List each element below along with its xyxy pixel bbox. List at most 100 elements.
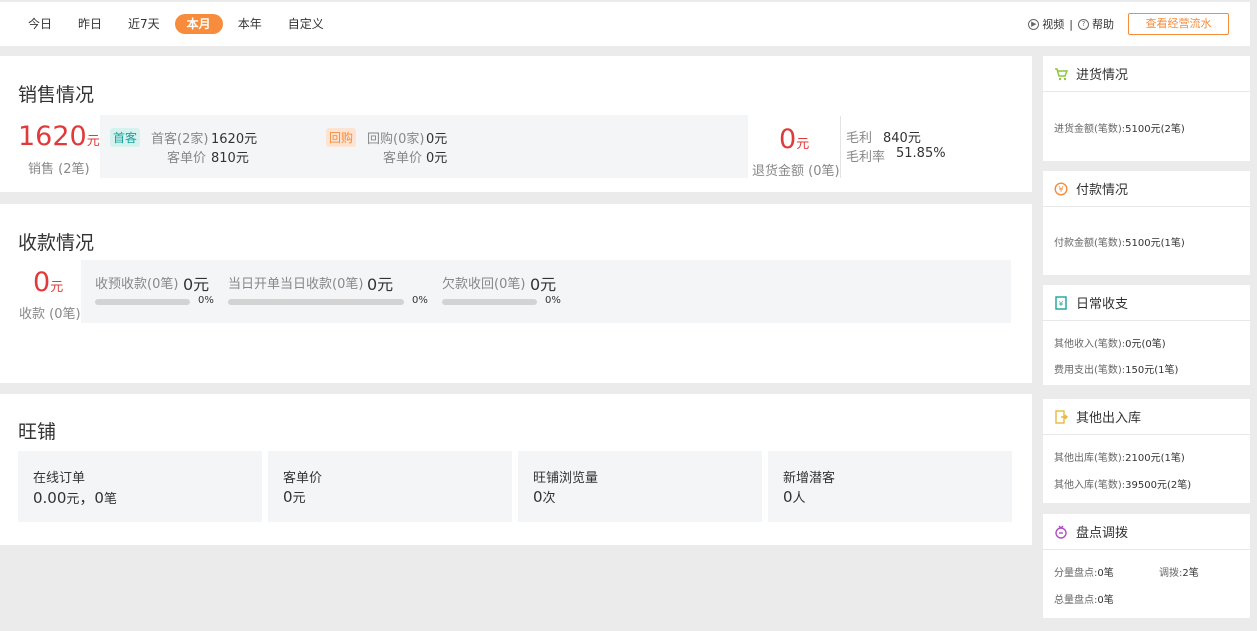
new-prospects-label: 新增潜客 (783, 471, 836, 486)
partial-count-label: 分量盘点: (1054, 568, 1098, 579)
avg-order-value-card[interactable]: 客单价 0元 (268, 451, 512, 522)
sales-amount-unit: 元 (86, 134, 100, 149)
sales-title: 销售情况 (18, 84, 95, 106)
avg-order-value-unit: 元 (292, 491, 306, 506)
transfer-line: 调拨:2笔 (1159, 564, 1199, 579)
range-today[interactable]: 今日 (15, 14, 65, 34)
daily-header[interactable]: ¥ 日常收支 (1043, 285, 1250, 321)
new-prospects-value: 0人 (783, 487, 806, 506)
svg-text:¥: ¥ (1058, 185, 1063, 194)
transfer-label: 调拨: (1159, 568, 1183, 579)
new-prospects-unit: 人 (792, 491, 806, 506)
new-customer-value: 1620元 (211, 132, 258, 147)
partial-count-line: 分量盘点:0笔 (1054, 564, 1114, 579)
stock-panel: 其他出入库 其他出库(笔数):2100元(1笔) 其他入库(笔数):39500元… (1043, 399, 1250, 503)
repeat-customer-value: 0元 (426, 132, 448, 147)
online-orders-amount: 0.00 (33, 489, 67, 507)
shop-views-card[interactable]: 旺铺浏览量 0次 (518, 451, 762, 522)
repeat-avg-label: 客单价 (383, 151, 423, 166)
payment-title: 付款情况 (1076, 183, 1129, 198)
receipts-amount: 0元 (33, 267, 63, 298)
divider (840, 116, 841, 178)
repeat-customer-tag: 回购 (326, 128, 357, 147)
new-avg-value: 810元 (211, 151, 249, 166)
expense-label: 费用支出(笔数): (1054, 365, 1126, 376)
other-inbound-value: 39500元(2笔) (1125, 480, 1192, 491)
advance-receipt-value: 0元 (183, 275, 210, 294)
range-last-7-days[interactable]: 近7天 (115, 14, 173, 34)
payment-amount-label: 付款金额(笔数): (1054, 238, 1126, 249)
total-count-line: 总量盘点:0笔 (1054, 591, 1114, 606)
sales-amount: 1620元 (18, 121, 100, 152)
new-customer-tag: 首客 (110, 128, 141, 147)
receipts-panel: 收款情况 0元 收款 (0笔) 收预收款(0笔) 0元 0% 当日开单当日收款(… (0, 204, 1032, 383)
help-link[interactable]: 帮助 (1092, 16, 1114, 32)
new-prospects-amount: 0 (783, 488, 793, 506)
range-this-month[interactable]: 本月 (174, 14, 223, 34)
new-customer-label: 首客(2家) (151, 132, 209, 147)
purchase-amount-line: 进货金额(笔数):5100元(2笔) (1054, 120, 1185, 135)
coin-icon: ¥ (1054, 181, 1068, 196)
purchase-title: 进货情况 (1076, 68, 1129, 83)
view-flow-button[interactable]: 查看经营流水 (1128, 13, 1229, 35)
sales-breakdown: 首客 首客(2家) 1620元 客单价 810元 回购 回购(0家) 0元 客单… (100, 115, 748, 178)
top-right-actions: ▶ 视频 | ? 帮助 查看经营流水 (1028, 2, 1229, 46)
online-orders-count: ，0 (79, 489, 104, 507)
other-income-value: 0元(0笔) (1125, 339, 1166, 350)
inventory-icon (1055, 525, 1067, 539)
receipts-title: 收款情况 (18, 232, 95, 254)
inventory-title: 盘点调拨 (1076, 526, 1129, 541)
debt-recovery-label: 欠款收回(0笔) (442, 277, 526, 292)
online-orders-unit: 元 (66, 492, 80, 507)
online-orders-card[interactable]: 在线订单 0.00元，0笔 (18, 451, 262, 522)
receipts-breakdown: 收预收款(0笔) 0元 0% 当日开单当日收款(0笔) 0元 0% 欠款收回(0… (81, 260, 1011, 323)
range-yesterday[interactable]: 昨日 (65, 14, 115, 34)
avg-order-value-amount: 0 (283, 488, 293, 506)
total-count-value: 0笔 (1097, 595, 1114, 606)
sales-amount-value: 1620 (18, 121, 87, 152)
purchase-amount-value: 5100元(2笔) (1125, 124, 1185, 135)
range-this-year[interactable]: 本年 (225, 14, 275, 34)
other-inbound-line: 其他入库(笔数):39500元(2笔) (1054, 476, 1191, 491)
receipts-caption: 收款 (0笔) (19, 307, 81, 322)
svg-text:¥: ¥ (1059, 300, 1064, 308)
inventory-panel: 盘点调拨 分量盘点:0笔 调拨:2笔 总量盘点:0笔 (1043, 514, 1250, 618)
advance-receipt-label: 收预收款(0笔) (95, 277, 179, 292)
same-day-receipt-progress (228, 299, 404, 305)
gross-profit-label: 毛利 (846, 131, 873, 146)
shop-views-value: 0次 (533, 487, 556, 506)
sales-panel: 销售情况 1620元 销售 (2笔) 首客 首客(2家) 1620元 客单价 8… (0, 56, 1032, 192)
ledger-icon: ¥ (1055, 295, 1067, 310)
video-link[interactable]: 视频 (1042, 16, 1064, 32)
avg-order-value-value: 0元 (283, 487, 306, 506)
avg-order-value-label: 客单价 (283, 471, 323, 486)
gross-margin-value: 51.85% (896, 146, 946, 161)
new-avg-label: 客单价 (167, 151, 207, 166)
payment-panel: ¥ 付款情况 付款金额(笔数):5100元(1笔) (1043, 171, 1250, 275)
cart-icon (1055, 67, 1068, 80)
purchase-header[interactable]: 进货情况 (1043, 56, 1250, 92)
help-icon: ? (1078, 18, 1089, 30)
daily-title: 日常收支 (1076, 297, 1129, 312)
purchase-amount-label: 进货金额(笔数): (1054, 124, 1126, 135)
range-custom[interactable]: 自定义 (275, 14, 337, 34)
same-day-receipt-value: 0元 (367, 275, 394, 294)
daily-panel: ¥ 日常收支 其他收入(笔数):0元(0笔) 费用支出(笔数):150元(1笔) (1043, 285, 1250, 385)
payment-amount-line: 付款金额(笔数):5100元(1笔) (1054, 234, 1185, 249)
stock-header[interactable]: 其他出入库 (1043, 399, 1250, 435)
other-outbound-value: 2100元(1笔) (1125, 453, 1185, 464)
repeat-avg-value: 0元 (426, 151, 448, 166)
play-icon: ▶ (1028, 18, 1040, 30)
partial-count-value: 0笔 (1097, 568, 1114, 579)
receipts-amount-value: 0 (33, 267, 51, 298)
advance-receipt-progress (95, 299, 190, 305)
payment-header[interactable]: ¥ 付款情况 (1043, 171, 1250, 207)
debt-recovery-value: 0元 (530, 275, 557, 294)
same-day-receipt-label: 当日开单当日收款(0笔) (228, 277, 364, 292)
shop-views-label: 旺铺浏览量 (533, 471, 599, 486)
other-income-label: 其他收入(笔数): (1054, 339, 1126, 350)
inventory-header[interactable]: 盘点调拨 (1043, 514, 1250, 550)
shop-views-amount: 0 (533, 488, 543, 506)
gross-profit-value: 840元 (883, 131, 921, 146)
new-prospects-card[interactable]: 新增潜客 0人 (768, 451, 1012, 522)
